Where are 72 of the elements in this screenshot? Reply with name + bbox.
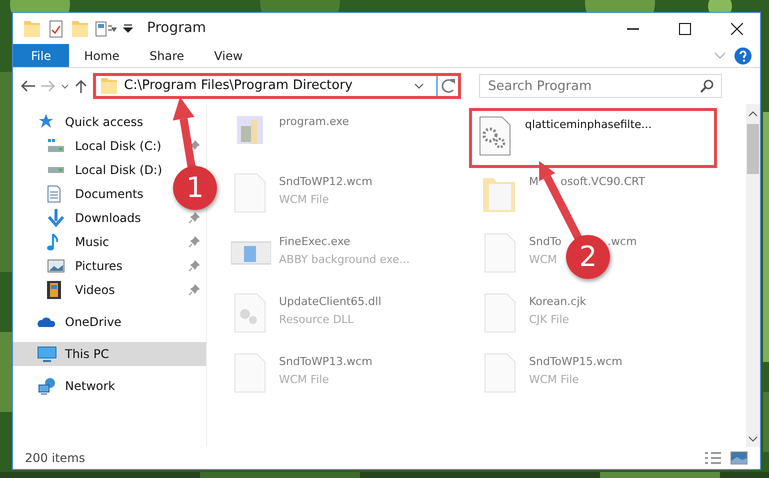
nav-item[interactable]: Music — [75, 233, 110, 251]
maximize-icon[interactable] — [679, 22, 691, 34]
nav-item[interactable]: OneDrive — [65, 313, 122, 331]
search-icon[interactable] — [700, 79, 714, 93]
film-icon — [47, 281, 61, 299]
nav-item[interactable]: Local Disk (C:) — [75, 137, 162, 155]
nav-item[interactable]: Local Disk (D:) — [75, 161, 162, 179]
file-type: WCM File — [529, 372, 579, 388]
file-name: program.exe — [279, 114, 349, 130]
cloud-icon — [37, 317, 55, 327]
search-field[interactable]: Search Program — [479, 74, 722, 98]
dropdown-icon[interactable] — [123, 24, 133, 34]
file-name-fragment: .wcm — [608, 234, 637, 250]
file-name: Korean.cjk — [529, 294, 586, 310]
file-name-fragment: SndTo — [529, 234, 562, 250]
details-view-icon[interactable] — [704, 452, 722, 464]
up-icon[interactable] — [75, 79, 87, 93]
nav-item[interactable]: Videos — [75, 281, 115, 299]
recent-dropdown-icon[interactable] — [61, 84, 69, 88]
file-name-fragment: osoft.VC90.CRT — [560, 174, 646, 190]
file-name: UpdateClient65.dll — [279, 294, 382, 310]
document-icon — [47, 185, 61, 203]
star-icon — [37, 113, 55, 131]
file-type: Resource DLL — [279, 312, 354, 328]
drive-icon — [47, 166, 65, 174]
music-note-icon — [47, 233, 59, 251]
file-type: WCM File — [279, 192, 329, 208]
nav-item[interactable]: Documents — [75, 185, 144, 203]
file-name-fragment: M — [529, 174, 538, 190]
pin-icon[interactable] — [188, 260, 200, 272]
large-icons-view-icon[interactable] — [730, 451, 748, 465]
file-type: ABBY background exe... — [279, 252, 410, 268]
pin-icon[interactable] — [188, 212, 200, 224]
ribbon-tab[interactable]: Home — [69, 44, 135, 67]
file-type: WCM — [529, 252, 558, 268]
pin-icon[interactable] — [188, 284, 200, 296]
folder-icon — [100, 77, 118, 95]
nav-item[interactable]: Downloads — [75, 209, 141, 227]
monitor-icon — [37, 346, 57, 362]
pin-icon[interactable] — [188, 236, 200, 248]
file-name: SndToWP12.wcm — [279, 174, 372, 190]
chevron-icon[interactable] — [714, 52, 726, 60]
file-name: qlatticeminphasefilte... — [525, 117, 652, 133]
nav-item[interactable]: Pictures — [75, 257, 123, 275]
selected-nav-item[interactable]: This PC — [13, 342, 206, 366]
properties-icon[interactable] — [95, 20, 117, 36]
highlighted-file-item[interactable]: qlatticeminphasefilte... — [469, 108, 717, 168]
file-type: WCM File — [279, 372, 329, 388]
dropdown-icon[interactable] — [414, 83, 424, 89]
help-icon[interactable] — [734, 46, 752, 64]
network-icon — [37, 377, 57, 395]
item-count: 200 items — [25, 450, 86, 467]
minimize-icon[interactable] — [627, 28, 639, 30]
file-name: FineExec.exe — [279, 234, 350, 250]
checklist-icon[interactable] — [47, 20, 65, 38]
close-icon[interactable] — [731, 22, 743, 34]
download-icon — [47, 209, 65, 227]
window-title: Program — [147, 19, 206, 38]
file-name: SndToWP13.wcm — [279, 354, 372, 370]
nav-item[interactable]: Network — [65, 377, 116, 395]
address-bar[interactable]: C:\Program Files\Program Directory — [93, 73, 461, 99]
file-type: CJK File — [529, 312, 570, 328]
nav-item[interactable]: Quick access — [65, 113, 144, 131]
drive-icon — [47, 139, 65, 153]
file-name: SndToWP15.wcm — [529, 354, 622, 370]
ribbon-tab[interactable]: Share — [134, 44, 200, 67]
back-icon[interactable] — [21, 80, 35, 92]
scroll-thumb[interactable] — [747, 124, 759, 174]
file-menu-tab[interactable]: File — [13, 44, 70, 67]
ribbon-tab[interactable]: View — [199, 44, 258, 67]
picture-icon — [47, 259, 65, 273]
refresh-icon[interactable] — [436, 76, 458, 96]
